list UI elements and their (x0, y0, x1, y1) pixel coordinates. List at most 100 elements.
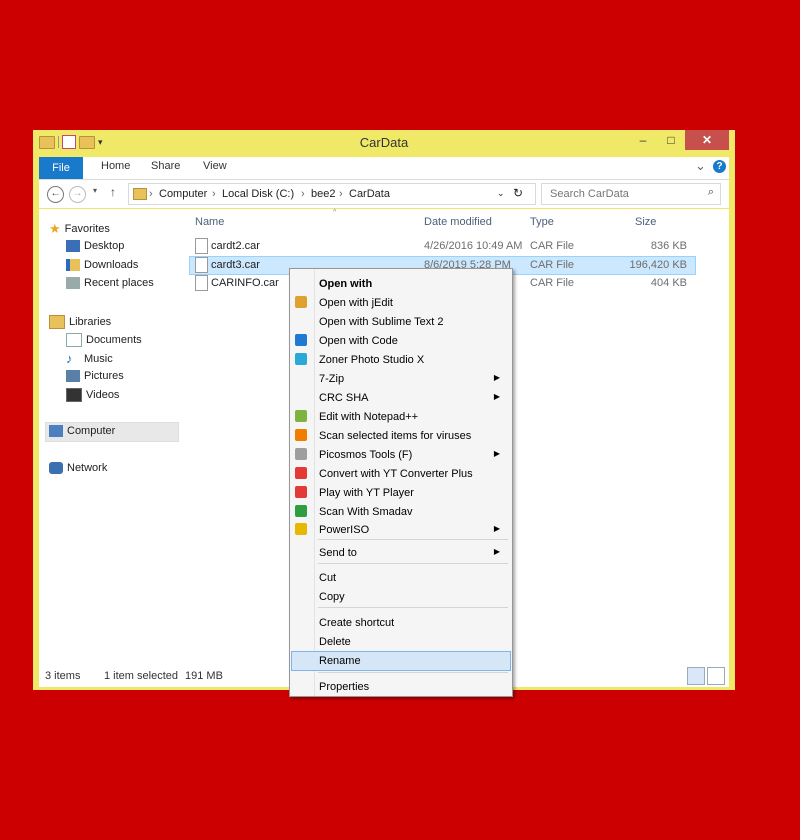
breadcrumb-bee2[interactable]: bee2 (311, 188, 335, 200)
nav-libraries-label: Libraries (69, 316, 112, 328)
submenu-arrow-icon: ▶ (493, 547, 500, 556)
menu-item-scan-selected-items-for-viruses[interactable]: Scan selected items for viruses (290, 426, 512, 445)
file-icon (195, 275, 208, 291)
file-name: CARINFO.car (211, 277, 279, 289)
nav-music-label: Music (84, 352, 113, 365)
title-bar[interactable]: ▾ CarData – □ ✕ (33, 130, 735, 155)
menu-item-edit-with-notepad[interactable]: Edit with Notepad++ (290, 407, 512, 426)
menu-item-open-with-sublime-text-2[interactable]: Open with Sublime Text 2 (290, 312, 512, 331)
address-dropdown-icon[interactable]: ⌄ (497, 188, 505, 199)
column-name[interactable]: Name (195, 216, 224, 228)
computer-icon (49, 425, 63, 437)
search-input[interactable] (548, 186, 698, 202)
nav-recent-places-label: Recent places (84, 277, 154, 289)
nav-pictures[interactable]: Pictures (66, 370, 124, 382)
context-menu: Open with Open with jEdit Open with Sublim… (289, 268, 513, 697)
recent-locations-icon[interactable]: ▾ (93, 186, 97, 195)
nav-network[interactable]: Network (49, 462, 107, 474)
maximize-button[interactable]: □ (657, 130, 685, 150)
breadcrumb-computer[interactable]: Computer (159, 188, 207, 200)
tab-share[interactable]: Share (151, 160, 180, 172)
menu-item-cut[interactable]: Cut (290, 568, 512, 587)
breadcrumb-separator-icon[interactable]: › (212, 188, 216, 200)
breadcrumb-separator-icon[interactable]: › (301, 188, 305, 200)
menu-item-7-zip[interactable]: 7-Zip ▶ (290, 369, 512, 388)
file-type: CAR File (530, 277, 575, 289)
menu-item-label: Create shortcut (319, 617, 395, 629)
sort-arrow-icon: ^ (333, 209, 337, 216)
menu-item-create-shortcut[interactable]: Create shortcut (290, 613, 512, 632)
smadav-icon (295, 505, 307, 517)
close-button[interactable]: ✕ (685, 130, 729, 150)
menu-item-label: Copy (319, 591, 345, 603)
menu-item-label: Scan selected items for viruses (319, 430, 472, 442)
menu-item-label: Convert with YT Converter Plus (319, 468, 473, 480)
menu-item-send-to[interactable]: Send to ▶ (290, 543, 512, 562)
large-icons-view-button[interactable] (707, 667, 725, 685)
column-date-modified[interactable]: Date modified (424, 216, 492, 228)
menu-item-label: PowerISO (319, 524, 370, 536)
nav-videos-label: Videos (86, 389, 120, 401)
nav-recent-places[interactable]: Recent places (66, 277, 154, 289)
expand-ribbon-icon[interactable]: ⌄ (695, 158, 706, 174)
nav-documents[interactable]: Documents (66, 333, 142, 347)
menu-item-label: Zoner Photo Studio X (319, 354, 425, 366)
up-button[interactable]: ↑ (110, 185, 116, 199)
nav-downloads-label: Downloads (84, 259, 139, 271)
menu-item-open-with-code[interactable]: Open with Code (290, 331, 512, 350)
search-box[interactable]: ⌕ (541, 183, 721, 205)
menu-item-open-with[interactable]: Open with (290, 274, 512, 293)
nav-libraries[interactable]: Libraries (49, 315, 111, 329)
menu-item-delete[interactable]: Delete (290, 632, 512, 651)
minimize-button[interactable]: – (629, 130, 657, 150)
breadcrumb-local-disk[interactable]: Local Disk (C:) (222, 188, 294, 200)
menu-item-crc-sha[interactable]: CRC SHA ▶ (290, 388, 512, 407)
nav-favorites[interactable]: ★ Favorites (49, 221, 110, 237)
menu-item-label: 7-Zip (319, 373, 345, 385)
submenu-arrow-icon: ▶ (493, 373, 500, 382)
menu-item-scan-with-smadav[interactable]: Scan With Smadav (290, 502, 512, 521)
details-view-button[interactable] (687, 667, 705, 685)
menu-item-open-with-jedit[interactable]: Open with jEdit (290, 293, 512, 312)
menu-item-properties[interactable]: Properties (290, 677, 512, 696)
jedit-icon (295, 296, 307, 308)
breadcrumb-cardata[interactable]: CarData (349, 188, 390, 200)
help-icon[interactable]: ? (713, 160, 726, 173)
file-row-cardt2[interactable]: cardt2.car 4/26/2016 10:49 AM CAR File 8… (189, 237, 729, 255)
nav-downloads[interactable]: Downloads (66, 259, 138, 271)
menu-item-play-with-yt-player[interactable]: Play with YT Player (290, 483, 512, 502)
submenu-arrow-icon: ▶ (493, 392, 500, 401)
nav-computer[interactable]: Computer (49, 425, 115, 437)
menu-item-convert-with-yt-converter-plus[interactable]: Convert with YT Converter Plus (290, 464, 512, 483)
breadcrumb-separator-icon[interactable]: › (149, 188, 153, 200)
back-button[interactable]: ← (47, 186, 64, 203)
address-bar[interactable]: › Computer › Local Disk (C:) › bee2 › Ca… (128, 183, 536, 205)
column-size[interactable]: Size (635, 216, 656, 228)
forward-button[interactable]: → (69, 186, 86, 203)
menu-item-zoner-photo-studio-x[interactable]: Zoner Photo Studio X (290, 350, 512, 369)
nav-music[interactable]: ♪ Music (66, 351, 113, 366)
item-count: 3 items (45, 670, 81, 682)
menu-item-rename[interactable]: Rename (290, 651, 512, 671)
menu-item-picosmos-tools-f[interactable]: Picosmos Tools (F) ▶ (290, 445, 512, 464)
menu-item-label: Properties (319, 681, 370, 693)
zoner-icon (295, 353, 307, 365)
tab-view[interactable]: View (203, 160, 227, 172)
nav-desktop[interactable]: Desktop (66, 240, 124, 252)
tab-home[interactable]: Home (101, 160, 130, 172)
menu-item-label: Scan With Smadav (319, 506, 413, 518)
breadcrumb-separator-icon[interactable]: › (339, 188, 343, 200)
search-icon: ⌕ (707, 186, 714, 198)
tab-file[interactable]: File (39, 157, 83, 179)
menu-item-label: Delete (319, 636, 351, 648)
column-type[interactable]: Type (530, 216, 554, 228)
refresh-icon[interactable]: ↻ (513, 186, 523, 200)
libraries-icon (49, 315, 65, 329)
file-size: 196,420 KB (629, 259, 688, 271)
nav-videos[interactable]: Videos (66, 388, 119, 402)
menu-item-copy[interactable]: Copy (290, 587, 512, 606)
nav-pictures-label: Pictures (84, 370, 124, 382)
menu-item-poweriso[interactable]: PowerISO ▶ (290, 520, 512, 539)
file-icon (195, 257, 208, 273)
file-name: cardt2.car (211, 240, 260, 252)
